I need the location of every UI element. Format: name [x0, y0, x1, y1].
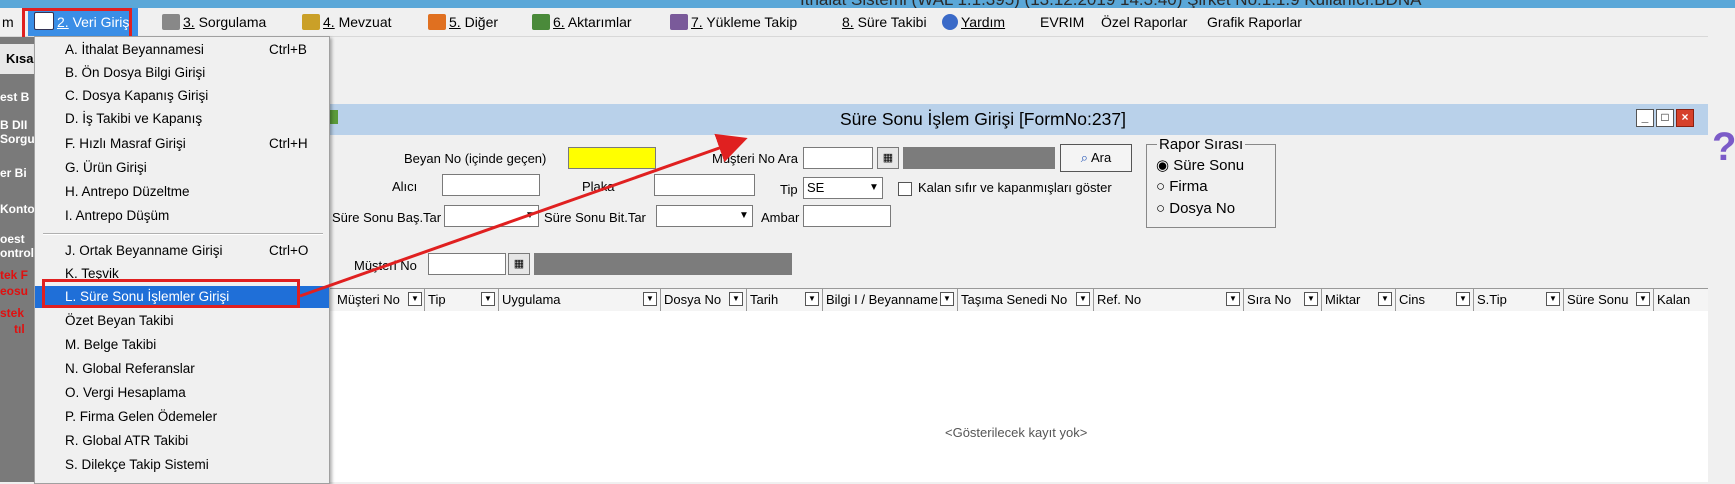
annotation-arrow: [299, 133, 748, 298]
arrow-line: [299, 133, 748, 298]
